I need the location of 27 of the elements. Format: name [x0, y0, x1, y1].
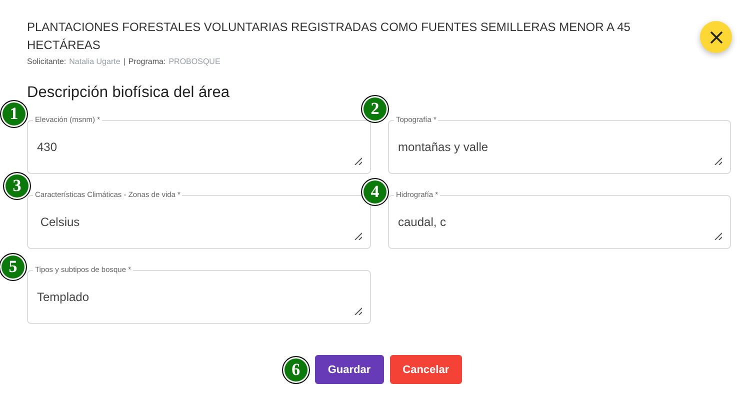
number-badge: 6: [282, 356, 310, 384]
resize-grip-icon[interactable]: [354, 232, 362, 240]
cancel-button[interactable]: Cancelar: [390, 355, 462, 384]
number-badge: 2: [361, 95, 389, 123]
separator: |: [123, 57, 126, 66]
resize-grip-icon[interactable]: [714, 157, 722, 165]
number-badge: 1: [0, 100, 28, 128]
field-value: 430: [37, 140, 58, 154]
number-badge: 3: [3, 172, 31, 200]
field-value: Celsius: [39, 215, 80, 229]
number-badge: 4: [361, 178, 389, 206]
applicant-name: Natalia Ugarte: [69, 57, 120, 66]
resize-grip-icon[interactable]: [354, 307, 362, 315]
program-name: PROBOSQUE: [168, 57, 220, 66]
applicant-label: Solicitante:: [27, 57, 66, 66]
field-value: Templado: [37, 290, 90, 304]
field-value: montañas y valle: [398, 140, 488, 154]
close-icon: [710, 30, 722, 44]
number-badge: 5: [0, 253, 27, 281]
resize-grip-icon[interactable]: [714, 232, 722, 240]
close-button[interactable]: [700, 21, 732, 53]
resize-grip-icon[interactable]: [354, 157, 362, 165]
section-title: Descripción biofísica del área: [27, 84, 230, 102]
program-label: Programa:: [128, 57, 166, 66]
dialog-title: PLANTACIONES FORESTALES VOLUNTARIAS REGISTRADAS COMO FUENTES SEMILLERAS MENOR A 45 HECTÁREAS: [27, 19, 632, 54]
field-value: caudal, c: [398, 215, 446, 229]
save-button[interactable]: Guardar: [314, 355, 384, 384]
